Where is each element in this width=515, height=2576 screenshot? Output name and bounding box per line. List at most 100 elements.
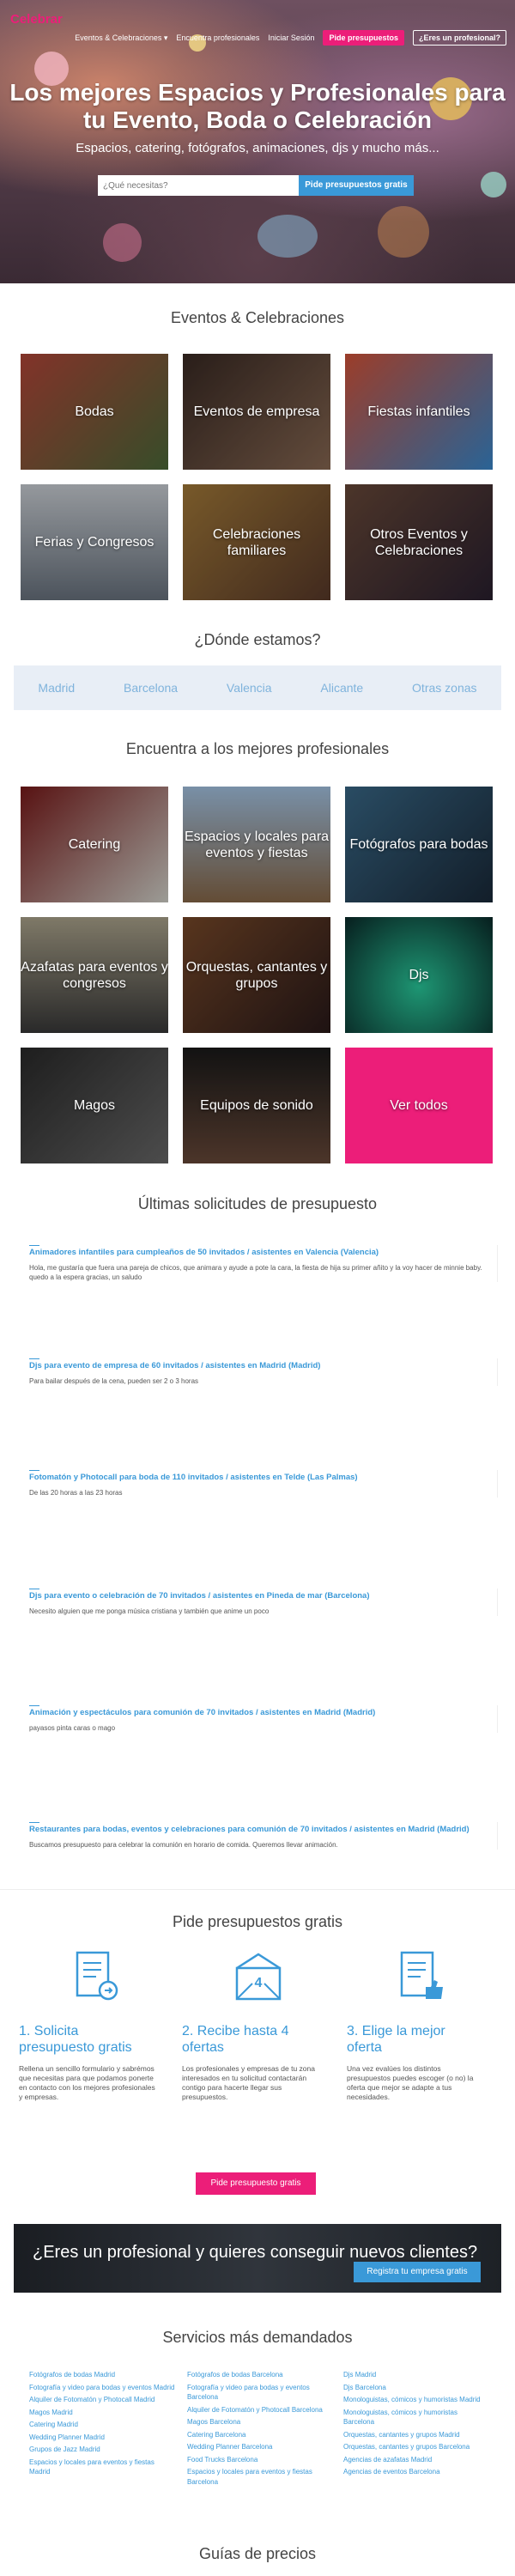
tile-label: Equipos de sonido xyxy=(200,1098,313,1113)
tile-label: Eventos de empresa xyxy=(193,404,320,419)
step-desc: Una vez evalúes los distintos presupuest… xyxy=(347,2064,474,2101)
request-item: Djs para evento o celebración de 70 invi… xyxy=(29,1589,498,1616)
thumbs-up-document-icon xyxy=(400,1951,443,1999)
request-title[interactable]: Djs para evento de empresa de 60 invitad… xyxy=(29,1358,497,1371)
event-tile-infantiles[interactable]: Fiestas infantiles xyxy=(345,354,493,470)
services-col-3: Djs Madrid Djs Barcelona Monologuistas, … xyxy=(343,2370,489,2480)
search-input[interactable] xyxy=(98,175,299,196)
service-link[interactable]: Fotógrafos de bodas Madrid xyxy=(29,2370,175,2380)
service-link[interactable]: Catering Madrid xyxy=(29,2420,175,2430)
tile-label: Ver todos xyxy=(390,1098,448,1113)
request-item: Fotomatón y Photocall para boda de 110 i… xyxy=(29,1470,498,1498)
step-title: 3. Elige la mejor oferta xyxy=(347,2024,445,2055)
service-link[interactable]: Magos Barcelona xyxy=(187,2417,333,2427)
pro-tile-sonido[interactable]: Equipos de sonido xyxy=(183,1048,330,1163)
service-link[interactable]: Grupos de Jazz Madrid xyxy=(29,2445,175,2455)
step-desc: Los profesionales y empresas de tu zona … xyxy=(182,2064,315,2101)
tile-label: Magos xyxy=(73,1098,116,1113)
request-title[interactable]: Animación y espectáculos para comunión d… xyxy=(29,1705,497,1718)
hero-subtitle: Espacios, catering, fotógrafos, animacio… xyxy=(76,141,439,155)
step-title: 2. Recibe hasta 4 ofertas xyxy=(182,2024,289,2055)
pro-tile-fotografos[interactable]: Fotógrafos para bodas xyxy=(345,787,493,902)
nav-pro-button[interactable]: ¿Eres un profesional? xyxy=(412,30,506,46)
step-1: 1. Solicita presupuesto gratis Rellena u… xyxy=(19,2023,156,2102)
event-tile-otros[interactable]: Otros Eventos y Celebraciones xyxy=(345,484,493,600)
city-link-otras[interactable]: Otras zonas xyxy=(412,681,476,695)
city-link-barcelona[interactable]: Barcelona xyxy=(124,681,178,695)
tile-label: Djs xyxy=(409,968,429,982)
pro-tile-orquestas[interactable]: Orquestas, cantantes y grupos xyxy=(183,917,330,1033)
pros-title: Encuentra a los mejores profesionales xyxy=(125,740,390,757)
event-tile-bodas[interactable]: Bodas xyxy=(21,354,168,470)
site-logo[interactable]: Celebrar xyxy=(10,12,63,27)
pro-tile-djs[interactable]: Djs xyxy=(345,917,493,1033)
request-desc: Necesito alguien que me ponga música cri… xyxy=(29,1607,270,1615)
service-link[interactable]: Agencias de azafatas Madrid xyxy=(343,2455,489,2465)
pro-tile-espacios[interactable]: Espacios y locales para eventos y fiesta… xyxy=(183,787,330,902)
service-link[interactable]: Orquestas, cantantes y grupos Barcelona xyxy=(343,2442,489,2452)
nav-login[interactable]: Iniciar Sesión xyxy=(268,33,314,42)
nav-find-pros[interactable]: Encuentra profesionales xyxy=(176,33,259,42)
events-title: Eventos & Celebraciones xyxy=(170,309,345,326)
service-link[interactable]: Magos Madrid xyxy=(29,2408,175,2418)
service-link[interactable]: Wedding Planner Barcelona xyxy=(187,2442,333,2452)
pro-tile-catering[interactable]: Catering xyxy=(21,787,168,902)
request-item: Animación y espectáculos para comunión d… xyxy=(29,1705,498,1733)
city-link-valencia[interactable]: Valencia xyxy=(227,681,272,695)
service-link[interactable]: Djs Barcelona xyxy=(343,2383,489,2393)
how-title: Pide presupuestos gratis xyxy=(172,1913,343,1930)
tile-label: Azafatas para eventos y congresos xyxy=(21,959,168,991)
request-desc: Hola, me gustaría que fuera una pareja d… xyxy=(29,1264,482,1281)
service-link[interactable]: Alquiler de Fotomatón y Photocall Barcel… xyxy=(187,2405,333,2415)
request-desc: Para bailar después de la cena, pueden s… xyxy=(29,1377,199,1385)
request-title[interactable]: Restaurantes para bodas, eventos y celeb… xyxy=(29,1822,497,1835)
cities-bar: Madrid Barcelona Valencia Alicante Otras… xyxy=(14,665,501,710)
service-link[interactable]: Fotografía y video para bodas y eventos … xyxy=(187,2383,333,2403)
request-title[interactable]: Animadores infantiles para cumpleaños de… xyxy=(29,1245,497,1258)
request-item: Restaurantes para bodas, eventos y celeb… xyxy=(29,1822,498,1850)
city-link-alicante[interactable]: Alicante xyxy=(320,681,363,695)
quote-cta-button[interactable]: Pide presupuesto gratis xyxy=(196,2172,316,2195)
city-link-madrid[interactable]: Madrid xyxy=(38,681,75,695)
services-title: Servicios más demandados xyxy=(162,2329,353,2346)
pro-tile-ver-todos[interactable]: Ver todos xyxy=(345,1048,493,1163)
service-link[interactable]: Food Trucks Barcelona xyxy=(187,2455,333,2465)
service-link[interactable]: Fotógrafos de bodas Barcelona xyxy=(187,2370,333,2380)
event-tile-empresa[interactable]: Eventos de empresa xyxy=(183,354,330,470)
service-link[interactable]: Djs Madrid xyxy=(343,2370,489,2380)
step-desc: Rellena un sencillo formulario y sabrémo… xyxy=(19,2064,155,2101)
envelope-offers-icon: 4 xyxy=(235,1953,282,2001)
register-button[interactable]: Registra tu empresa gratis xyxy=(354,2262,481,2282)
pro-tile-magos[interactable]: Magos xyxy=(21,1048,168,1163)
tile-label: Otros Eventos y Celebraciones xyxy=(370,526,468,558)
tile-label: Celebraciones familiares xyxy=(212,526,301,558)
main-nav: Eventos & Celebraciones ▾ Encuentra prof… xyxy=(75,30,506,46)
service-link[interactable]: Espacios y locales para eventos y fiesta… xyxy=(29,2458,175,2477)
event-tile-familiares[interactable]: Celebraciones familiares xyxy=(183,484,330,600)
pro-banner: ¿Eres un profesional y quieres conseguir… xyxy=(14,2224,501,2293)
request-title[interactable]: Fotomatón y Photocall para boda de 110 i… xyxy=(29,1470,497,1483)
service-link[interactable]: Espacios y locales para eventos y fiesta… xyxy=(187,2467,333,2487)
events-grid: Bodas Eventos de empresa Fiestas infanti… xyxy=(21,354,496,600)
service-link[interactable]: Orquestas, cantantes y grupos Madrid xyxy=(343,2430,489,2440)
pro-tile-azafatas[interactable]: Azafatas para eventos y congresos xyxy=(21,917,168,1033)
event-tile-ferias[interactable]: Ferias y Congresos xyxy=(21,484,168,600)
service-link[interactable]: Monologuistas, cómicos y humoristas Madr… xyxy=(343,2395,489,2405)
nav-quote-button[interactable]: Pide presupuestos xyxy=(323,30,404,46)
search-button[interactable]: Pide presupuestos gratis xyxy=(299,175,414,196)
service-link[interactable]: Monologuistas, cómicos y humoristas Barc… xyxy=(343,2408,489,2427)
hero-title: Los mejores Espacios y Profesionales par… xyxy=(9,79,506,133)
service-link[interactable]: Alquiler de Fotomatón y Photocall Madrid xyxy=(29,2395,175,2405)
tile-label: Orquestas, cantantes y grupos xyxy=(185,959,328,991)
tile-label: Fiestas infantiles xyxy=(367,404,470,419)
service-link[interactable]: Catering Barcelona xyxy=(187,2430,333,2440)
service-link[interactable]: Fotografía y video para bodas y eventos … xyxy=(29,2383,175,2393)
nav-events-dropdown[interactable]: Eventos & Celebraciones ▾ xyxy=(75,33,167,43)
service-link[interactable]: Agencias de eventos Barcelona xyxy=(343,2467,489,2477)
service-link[interactable]: Wedding Planner Madrid xyxy=(29,2433,175,2443)
requests-title: Últimas solicitudes de presupuesto xyxy=(137,1195,378,1212)
request-item: Animadores infantiles para cumpleaños de… xyxy=(29,1245,498,1282)
request-title[interactable]: Djs para evento o celebración de 70 invi… xyxy=(29,1589,497,1601)
request-desc: De las 20 horas a las 23 horas xyxy=(29,1489,123,1497)
services-col-1: Fotógrafos de bodas Madrid Fotografía y … xyxy=(29,2370,175,2480)
